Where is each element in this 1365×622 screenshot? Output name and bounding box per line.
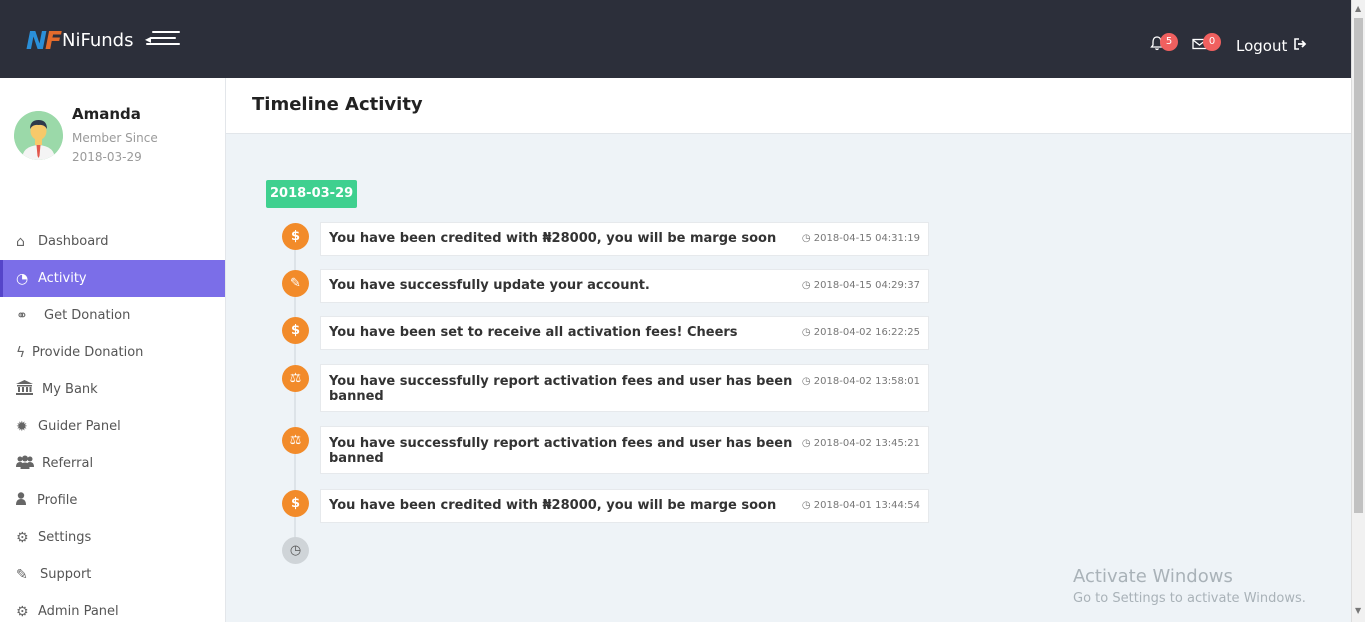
sidebar-item-label: Referral: [42, 456, 94, 471]
menu-toggle-icon[interactable]: ◂: [145, 31, 180, 49]
scroll-down-icon[interactable]: ▼: [1355, 606, 1361, 615]
timeline-item: You have successfully update your accoun…: [320, 269, 929, 303]
timeline-item: You have been set to receive all activat…: [320, 316, 929, 350]
member-since-date: 2018-03-29: [72, 150, 142, 164]
timeline-item-text: You have successfully report activation …: [329, 374, 793, 404]
sidebar-item-label: My Bank: [42, 382, 98, 397]
badge-icon: ✹: [16, 418, 28, 435]
logout-link[interactable]: Logout: [1236, 37, 1287, 55]
sidebar-item-label: Support: [40, 567, 92, 582]
sidebar-item-admin-panel[interactable]: ⚙ Admin Panel: [0, 593, 225, 622]
scroll-thumb[interactable]: [1354, 18, 1363, 513]
dollar-icon: $: [282, 223, 309, 250]
activate-windows-title: Activate Windows: [1073, 566, 1233, 587]
timeline-item-time: ◷ 2018-04-02 13:58:01: [801, 376, 920, 387]
page-title: Timeline Activity: [252, 94, 423, 115]
timeline-item-time: ◷ 2018-04-01 13:44:54: [801, 500, 920, 511]
dollar-icon: $: [282, 317, 309, 344]
timeline-item: You have successfully report activation …: [320, 426, 929, 474]
clock-icon: ◷: [282, 537, 309, 564]
sidebar-item-profile[interactable]: Profile: [0, 482, 225, 519]
users-icon: [16, 455, 42, 473]
sidebar-item-provide-donation[interactable]: ϟ Provide Donation: [0, 334, 225, 371]
sidebar-item-label: Guider Panel: [38, 419, 121, 434]
sidebar-item-support[interactable]: ✎ Support: [0, 556, 225, 593]
sidebar-item-label: Provide Donation: [32, 345, 144, 360]
sign-out-icon[interactable]: [1294, 38, 1307, 54]
sidebar-item-activity[interactable]: ◔ Activity: [0, 260, 225, 297]
timeline-item-time: ◷ 2018-04-02 16:22:25: [801, 327, 920, 338]
sidebar-nav: ⌂ Dashboard ◔ Activity ⚭ Get Donation ϟ …: [0, 223, 225, 622]
user-icon: [16, 492, 37, 509]
bolt-icon: ϟ: [16, 344, 26, 361]
timeline-item-text: You have successfully update your accoun…: [329, 278, 650, 293]
timeline-item-text: You have been set to receive all activat…: [329, 325, 738, 340]
timeline-item-text: You have been credited with ₦28000, you …: [329, 231, 777, 246]
page-scrollbar[interactable]: ▲ ▼: [1351, 0, 1365, 622]
timeline-item: You have successfully report activation …: [320, 364, 929, 412]
notifications-badge: 5: [1160, 33, 1178, 51]
bank-icon: [16, 380, 42, 399]
timeline-item-time: ◷ 2018-04-15 04:29:37: [801, 280, 920, 291]
dollar-icon: $: [282, 490, 309, 517]
avatar[interactable]: [14, 111, 63, 160]
sidebar-item-settings[interactable]: ⚙ Settings: [0, 519, 225, 556]
pie-chart-icon: ◔: [16, 270, 29, 287]
user-name: Amanda: [72, 105, 141, 123]
sidebar-item-label: Get Donation: [44, 308, 131, 323]
sidebar-item-my-bank[interactable]: My Bank: [0, 371, 225, 408]
timeline-date-tag: 2018-03-29: [266, 180, 358, 208]
page-header: Timeline Activity: [226, 78, 1351, 134]
handshake-icon: ⚭: [16, 307, 28, 324]
logo-text: NiFunds: [62, 30, 134, 51]
logo[interactable]: NF NiFunds: [26, 26, 133, 55]
ticket-icon: ✎: [16, 566, 28, 583]
timeline-item: You have been credited with ₦28000, you …: [320, 489, 929, 523]
sidebar: Amanda Member Since 2018-03-29 ⌂ Dashboa…: [0, 78, 226, 622]
sidebar-item-guider-panel[interactable]: ✹ Guider Panel: [0, 408, 225, 445]
gear-icon: ⚙: [16, 603, 29, 620]
gavel-icon: ⚖: [282, 365, 309, 392]
sidebar-item-label: Dashboard: [38, 234, 109, 249]
sidebar-item-label: Activity: [38, 271, 87, 286]
sidebar-item-dashboard[interactable]: ⌂ Dashboard: [0, 223, 225, 260]
scroll-up-icon[interactable]: ▲: [1355, 4, 1361, 13]
logo-mark: NF: [26, 26, 62, 55]
timeline-item-text: You have successfully report activation …: [329, 436, 793, 466]
sidebar-item-get-donation[interactable]: ⚭ Get Donation: [0, 297, 225, 334]
activate-windows-subtitle: Go to Settings to activate Windows.: [1073, 591, 1306, 606]
timeline-item: You have been credited with ₦28000, you …: [320, 222, 929, 256]
timeline-item-time: ◷ 2018-04-15 04:31:19: [801, 233, 920, 244]
timeline-item-text: You have been credited with ₦28000, you …: [329, 498, 777, 513]
timeline-item-time: ◷ 2018-04-02 13:45:21: [801, 438, 920, 449]
sidebar-item-label: Settings: [38, 530, 92, 545]
gear-icon: ⚙: [16, 529, 29, 546]
messages-badge: 0: [1203, 33, 1221, 51]
sidebar-item-label: Profile: [37, 493, 78, 508]
member-since-label: Member Since: [72, 131, 158, 145]
top-navbar: NF NiFunds ◂ 5 0 Logout: [0, 0, 1351, 78]
gavel-icon: ⚖: [282, 427, 309, 454]
home-icon: ⌂: [16, 233, 25, 250]
sidebar-item-label: Admin Panel: [38, 604, 119, 619]
sidebar-item-referral[interactable]: Referral: [0, 445, 225, 482]
edit-icon: ✎: [282, 270, 309, 297]
